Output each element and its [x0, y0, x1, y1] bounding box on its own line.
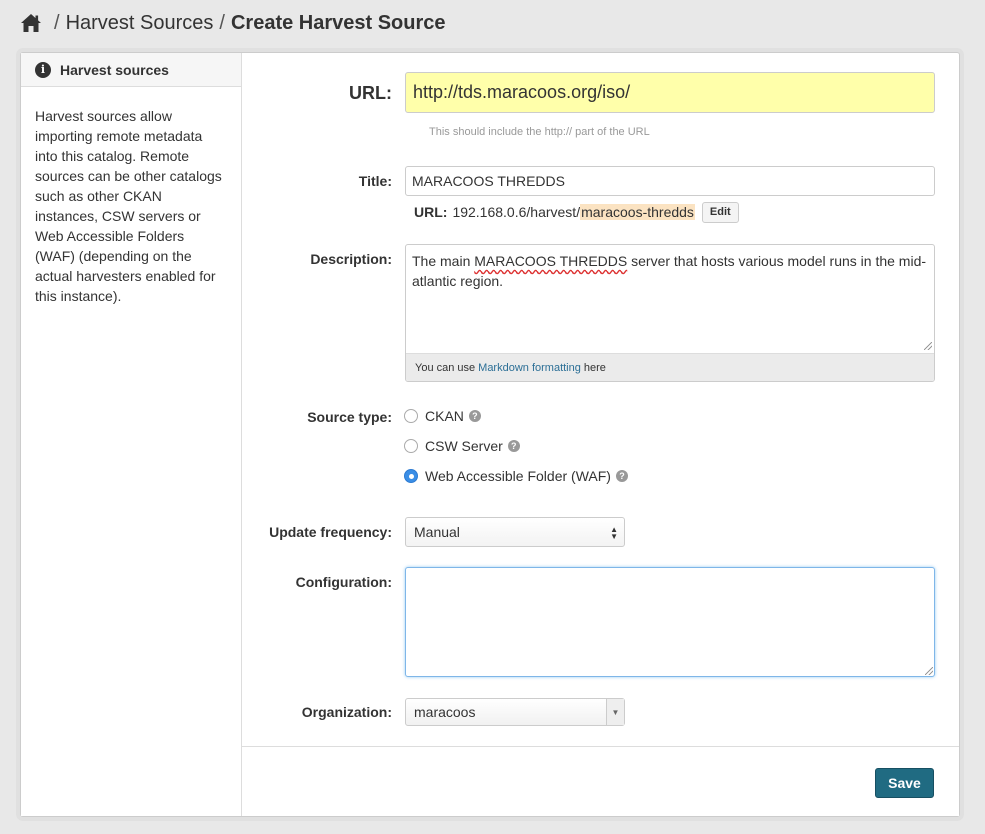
form-actions: Save	[242, 746, 959, 816]
edit-slug-button[interactable]: Edit	[701, 201, 739, 223]
question-circle-icon[interactable]: ?	[507, 440, 520, 452]
sidebar-description: Harvest sources allow importing remote m…	[35, 108, 222, 304]
harvest-source-form: URL: http://tds.maracoos.org/iso/ This s…	[242, 53, 959, 816]
source-type-option-waf[interactable]: Web Accessible Folder (WAF) ?	[404, 466, 628, 486]
radio-ckan[interactable]	[404, 409, 418, 423]
breadcrumb-harvest-sources-link[interactable]: Harvest Sources	[66, 12, 214, 35]
chevron-down-icon[interactable]: ▼	[606, 699, 624, 725]
sidebar-heading: i Harvest sources	[21, 53, 241, 87]
organization-select[interactable]: maracoos ▼	[405, 698, 625, 726]
radio-waf[interactable]	[404, 469, 418, 483]
main-panel: i Harvest sources Harvest sources allow …	[20, 52, 960, 817]
home-icon[interactable]	[20, 13, 42, 33]
slug-label: URL:	[414, 204, 448, 220]
save-button[interactable]: Save	[875, 768, 934, 798]
configuration-label: Configuration:	[295, 574, 392, 590]
update-frequency-select[interactable]: Manual ▲ ▼	[405, 517, 625, 547]
resize-handle[interactable]	[925, 667, 933, 675]
select-arrows-icon: ▲ ▼	[610, 525, 618, 541]
description-label: Description:	[310, 251, 392, 267]
resize-handle[interactable]	[924, 342, 932, 350]
breadcrumb-separator: /	[219, 11, 225, 34]
sidebar-heading-label: Harvest sources	[60, 61, 169, 78]
radio-csw[interactable]	[404, 439, 418, 453]
url-label: URL:	[349, 83, 392, 103]
slug-value: maracoos-thredds	[580, 204, 695, 220]
title-label: Title:	[358, 173, 392, 189]
url-slug-preview: URL: 192.168.0.6/harvest/ maracoos-thred…	[414, 201, 739, 223]
description-textarea[interactable]: The main MARACOOS THREDDS server that ho…	[405, 244, 935, 382]
page-title: Create Harvest Source	[230, 11, 446, 34]
sidebar: i Harvest sources Harvest sources allow …	[21, 53, 242, 816]
url-input[interactable]: http://tds.maracoos.org/iso/	[405, 72, 935, 113]
question-circle-icon[interactable]: ?	[615, 470, 628, 482]
breadcrumb: / Harvest Sources / Create Harvest Sourc…	[20, 8, 446, 38]
source-type-option-csw[interactable]: CSW Server ?	[404, 436, 520, 456]
title-input[interactable]: MARACOOS THREDDS	[405, 166, 935, 196]
organization-label: Organization:	[301, 704, 392, 720]
info-icon: i	[35, 61, 51, 78]
url-help-text: This should include the http:// part of …	[429, 126, 650, 138]
configuration-textarea[interactable]	[405, 567, 935, 677]
update-frequency-label: Update frequency:	[269, 524, 392, 540]
source-type-option-ckan[interactable]: CKAN ?	[404, 406, 481, 426]
breadcrumb-separator: /	[54, 11, 60, 34]
question-circle-icon[interactable]: ?	[468, 410, 481, 422]
markdown-formatting-link[interactable]: Markdown formatting	[478, 362, 581, 374]
markdown-hint: You can use Markdown formatting here	[406, 353, 934, 381]
slug-prefix: 192.168.0.6/harvest/	[452, 204, 581, 220]
description-text: The main MARACOOS THREDDS server that ho…	[412, 253, 927, 289]
source-type-label: Source type:	[307, 409, 392, 425]
